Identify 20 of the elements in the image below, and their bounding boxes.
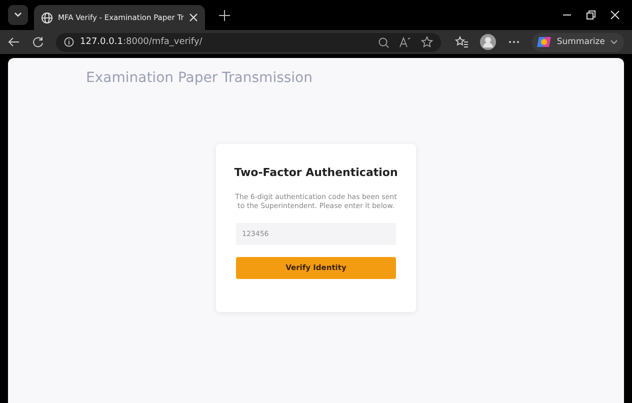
star-icon[interactable]: [420, 36, 433, 48]
tab-list-button[interactable]: [8, 5, 28, 25]
close-icon[interactable]: [188, 13, 198, 22]
read-aloud-icon[interactable]: [398, 36, 411, 48]
favorites-icon[interactable]: [454, 36, 468, 48]
zoom-icon[interactable]: [378, 36, 389, 48]
summarize-button[interactable]: Summarize: [532, 32, 624, 52]
new-tab-icon[interactable]: [218, 10, 230, 20]
address-bar[interactable]: 127.0.0.1:8000/mfa_verify/: [56, 32, 441, 52]
globe-icon: [41, 12, 53, 24]
chevron-down-icon: [610, 38, 618, 46]
page-heading: Examination Paper Transmission: [86, 70, 312, 86]
card-title: Two-Factor Authentication: [234, 166, 398, 179]
info-icon: [64, 37, 74, 47]
reload-icon[interactable]: [32, 36, 44, 48]
back-arrow-icon[interactable]: [8, 36, 20, 48]
close-icon[interactable]: [610, 10, 620, 20]
restore-icon[interactable]: [586, 10, 596, 20]
profile-avatar-icon[interactable]: [480, 34, 496, 50]
more-icon[interactable]: [508, 40, 520, 44]
